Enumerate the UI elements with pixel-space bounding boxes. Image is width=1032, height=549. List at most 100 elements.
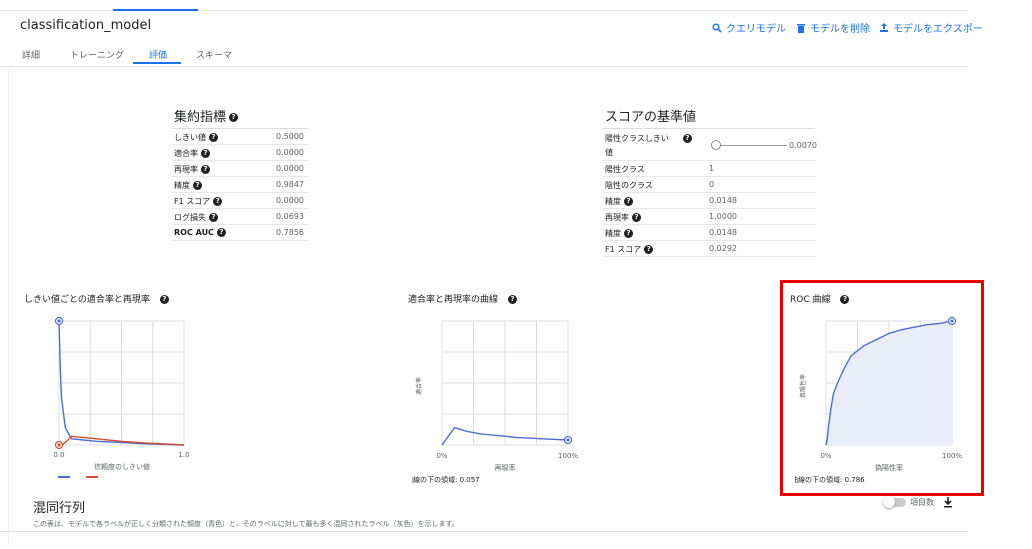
roc-highlight-box [780, 280, 984, 496]
metric-label: 適合率 [174, 149, 198, 158]
bottom-divider [0, 531, 968, 532]
legend-swatch-1 [58, 476, 70, 478]
metric-value: 1.0000 [709, 212, 737, 221]
table-row: ログ損失? 0.0693 [172, 209, 308, 225]
table-row: 再現率? 0.0000 [172, 161, 308, 177]
delete-model-button[interactable]: モデルを削除 [796, 20, 870, 35]
tab-evaluation[interactable]: 評価 [149, 48, 167, 61]
query-model-label: クエリモデル [726, 24, 786, 35]
series-2-marker-dot [57, 443, 61, 447]
export-icon [880, 22, 888, 32]
metric-label: F1 スコア [174, 197, 211, 206]
x-axis-label: 信頼度のしきい値 [94, 462, 150, 471]
help-icon[interactable]: ? [201, 165, 210, 174]
count-toggle[interactable] [883, 496, 906, 508]
metric-value: 0.0148 [709, 196, 737, 205]
confusion-matrix-description: この表は、モデルで各ラベルが正しく分類された頻度（青色）と、そのラベルに対して最… [33, 520, 459, 528]
model-title: classification_model [20, 18, 152, 33]
top-accent-bar [113, 9, 198, 11]
metric-label: 再現率 [605, 213, 629, 222]
threshold-value: 0.0070 [789, 141, 817, 150]
metric-label: 再現率 [174, 165, 198, 174]
search-icon [712, 22, 722, 33]
slider-knob[interactable] [711, 140, 721, 150]
export-model-label: モデルをエクスポー [893, 24, 983, 35]
table-row: しきい値? 0.5000 [172, 129, 308, 145]
aggregate-metrics-title: 集約指標? [174, 106, 239, 125]
table-row: 陰性のクラス 0 [603, 177, 815, 193]
help-icon[interactable]: ? [229, 113, 239, 122]
help-icon[interactable]: ? [682, 134, 692, 143]
y-axis-label: 適合率 [415, 377, 423, 395]
score-threshold-table: 陽性クラスしきい? 値 0.0070 陽性クラス 1 陰性のクラス 0 精度? 0.01… [603, 128, 817, 257]
delete-model-label: モデルを削除 [810, 24, 870, 35]
help-icon[interactable]: ? [216, 228, 226, 237]
help-icon[interactable]: ? [159, 295, 169, 304]
metric-value: 0.0000 [276, 148, 304, 157]
help-icon[interactable]: ? [632, 213, 641, 222]
auc-note: 曲線の下の領域: 0.057 [412, 475, 480, 484]
metric-value: 0.0148 [709, 228, 737, 237]
left-border [8, 66, 9, 544]
pr-threshold-chart-title: しきい値ごとの適合率と再現率? [24, 292, 169, 305]
metric-label: F1 スコア [605, 245, 642, 254]
tab-schema[interactable]: スキーマ [196, 48, 232, 61]
metric-label: 陽性クラス [605, 165, 645, 174]
x-tick-label: 0% [436, 452, 447, 460]
metric-label: ROC AUC [174, 228, 214, 237]
pr-curve-chart: 適合率 0% 100% 再現率 曲線の下の領域: 0.057 [412, 320, 578, 484]
chart-series [441, 426, 573, 446]
help-icon[interactable]: ? [213, 197, 223, 206]
metric-value: 0.9847 [276, 180, 304, 189]
metric-value: 0.5000 [276, 132, 304, 141]
metric-value: 0.0292 [709, 244, 737, 253]
table-row: 再現率? 1.0000 [603, 209, 815, 225]
download-icon[interactable] [942, 496, 954, 508]
metric-value: 1 [709, 164, 715, 173]
x-tick-label: 0.0 [53, 451, 64, 459]
query-model-button[interactable]: クエリモデル [712, 20, 786, 35]
metric-label: 精度 [605, 229, 621, 238]
help-icon[interactable]: ? [209, 133, 218, 142]
threshold-row: 陽性クラスしきい? 値 0.0070 [603, 129, 817, 161]
slider-track [711, 145, 787, 146]
help-icon[interactable]: ? [624, 229, 633, 238]
help-icon[interactable]: ? [624, 197, 633, 206]
x-axis-label: 再現率 [495, 463, 516, 472]
x-tick-label: 100% [558, 452, 578, 460]
table-row: F1 スコア? 0.0000 [172, 193, 308, 209]
active-tab-indicator [133, 62, 181, 64]
table-row: 陽性クラス 1 [603, 161, 815, 177]
chart-grid [58, 320, 185, 446]
metric-label: しきい値 [174, 133, 206, 142]
help-icon[interactable]: ? [193, 181, 202, 190]
table-row: F1 スコア? 0.0292 [603, 241, 815, 257]
pr-threshold-chart: 0.0 1.0 信頼度のしきい値 [53, 316, 190, 478]
metric-label: 精度 [605, 197, 621, 206]
series-1-marker-dot [57, 319, 61, 323]
table-row: 精度? 0.0148 [603, 193, 815, 209]
threshold-slider[interactable] [711, 140, 787, 150]
table-row: 適合率? 0.0000 [172, 145, 308, 161]
table-row: ROC AUC? 0.7856 [172, 225, 308, 241]
table-row: 精度? 0.9847 [172, 177, 308, 193]
threshold-label-line1: 陽性クラスしきい [605, 134, 669, 143]
table-row: 精度? 0.0148 [603, 225, 815, 241]
help-icon[interactable]: ? [209, 213, 218, 222]
aggregate-metrics-table: しきい値? 0.5000 適合率? 0.0000 再現率? 0.0000 精度? 0.9… [172, 128, 308, 241]
metric-value: 0.0000 [276, 196, 304, 205]
export-model-button[interactable]: モデルをエクスポー [879, 20, 983, 35]
delete-icon [797, 23, 805, 33]
tab-training[interactable]: トレーニング [70, 48, 124, 61]
metric-label: 陰性のクラス [605, 181, 653, 190]
tab-details[interactable]: 詳細 [22, 48, 40, 61]
help-icon[interactable]: ? [201, 149, 210, 158]
help-icon[interactable]: ? [644, 245, 654, 254]
count-toggle-label: 項目数 [910, 498, 934, 507]
metric-value: 0.0693 [276, 212, 304, 221]
help-icon[interactable]: ? [508, 295, 518, 304]
pr-curve-title-text: 適合率と再現率の曲線 [408, 295, 499, 305]
metric-value: 0 [709, 180, 715, 189]
toggle-knob[interactable] [883, 496, 895, 508]
score-threshold-title: スコアの基準値 [605, 110, 697, 125]
